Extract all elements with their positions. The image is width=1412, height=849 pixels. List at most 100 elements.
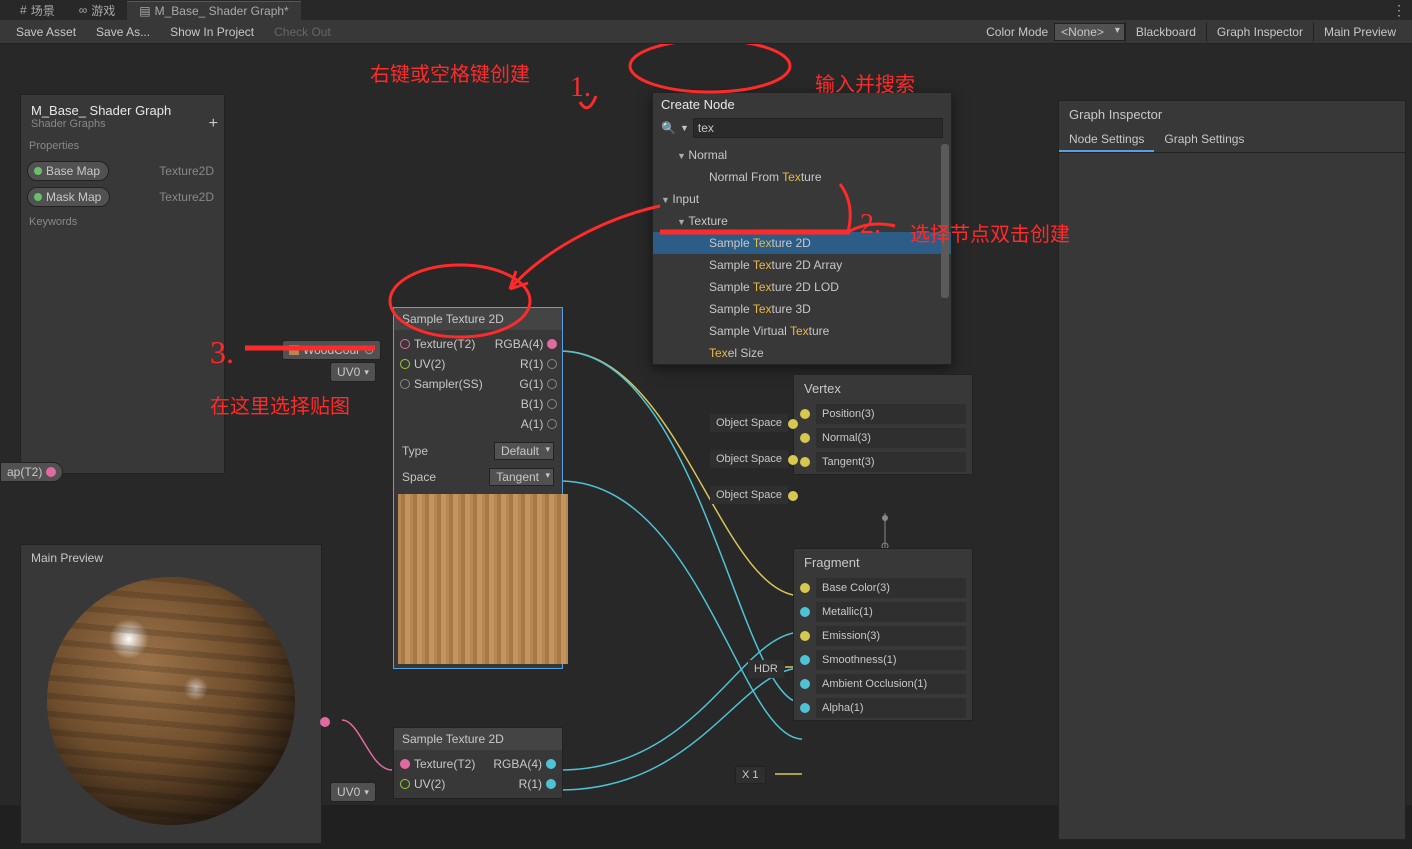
port-icon: [788, 491, 798, 501]
port-icon: [800, 607, 810, 617]
port-icon: [400, 339, 410, 349]
stack-row[interactable]: Emission(3): [794, 624, 972, 648]
graph-inspector-toggle[interactable]: Graph Inspector: [1206, 22, 1313, 42]
tab-scene[interactable]: #场景: [8, 0, 67, 21]
result-item[interactable]: Sample Texture 2D LOD: [653, 276, 951, 298]
stack-row[interactable]: Smoothness(1): [794, 648, 972, 672]
result-item[interactable]: Sample Texture 2D Array: [653, 254, 951, 276]
port-icon: [320, 717, 330, 727]
tab-graph-settings[interactable]: Graph Settings: [1154, 128, 1254, 152]
space-label: Space: [402, 470, 436, 484]
properties-header: Properties: [21, 134, 224, 158]
category-texture[interactable]: Texture: [653, 210, 951, 232]
graph-canvas[interactable]: M_Base_ Shader Graph Shader Graphs + Pro…: [0, 44, 1412, 805]
stack-row[interactable]: Position(3): [794, 402, 972, 426]
result-item[interactable]: Texel Size: [653, 342, 951, 364]
node-sample-texture-2d[interactable]: Sample Texture 2D Texture(T2) UV(2) RGBA…: [393, 727, 563, 799]
type-select[interactable]: Default: [494, 442, 554, 460]
blackboard-toggle[interactable]: Blackboard: [1125, 22, 1206, 42]
check-out-button: Check Out: [264, 22, 341, 42]
annotation-text: 右键或空格键创建: [370, 58, 530, 87]
port-icon: [800, 655, 810, 665]
tab-shadergraph[interactable]: ▤M_Base_ Shader Graph*: [127, 1, 300, 20]
blackboard-panel[interactable]: M_Base_ Shader Graph Shader Graphs + Pro…: [20, 94, 225, 474]
input-port-uv[interactable]: UV(2): [400, 354, 483, 374]
space-select[interactable]: Tangent: [489, 468, 554, 486]
input-port-sampler[interactable]: Sampler(SS): [400, 374, 483, 394]
port-icon: [788, 419, 798, 429]
node-title: Sample Texture 2D: [394, 308, 562, 330]
stack-title: Fragment: [794, 549, 972, 576]
property-pill[interactable]: Mask Map: [27, 187, 110, 207]
property-row[interactable]: Base Map Texture2D: [21, 158, 224, 184]
search-icon: 🔍: [661, 121, 676, 135]
stack-row[interactable]: Tangent(3): [794, 450, 972, 474]
output-port-b[interactable]: B(1): [495, 394, 558, 414]
save-asset-button[interactable]: Save Asset: [6, 22, 86, 42]
output-port-rgba[interactable]: RGBA(4): [493, 754, 556, 774]
category-input[interactable]: Input: [653, 188, 951, 210]
annotation-number: 1.: [570, 72, 591, 104]
graph-inspector-panel[interactable]: Graph Inspector Node Settings Graph Sett…: [1058, 100, 1406, 840]
alpha-value-field[interactable]: X 1: [735, 766, 766, 784]
stack-row[interactable]: Normal(3): [794, 426, 972, 450]
show-in-project-button[interactable]: Show In Project: [160, 22, 264, 42]
port-icon: [546, 759, 556, 769]
hdr-badge: HDR: [748, 660, 784, 678]
tab-overflow-icon[interactable]: ⋮: [1392, 2, 1406, 19]
save-as-button[interactable]: Save As...: [86, 22, 160, 42]
property-row[interactable]: Mask Map Texture2D: [21, 184, 224, 210]
output-port-g[interactable]: G(1): [495, 374, 558, 394]
fragment-stack[interactable]: Fragment Base Color(3) Metallic(1) Emiss…: [793, 548, 973, 721]
result-item[interactable]: Sample Virtual Texture: [653, 320, 951, 342]
output-port-a[interactable]: A(1): [495, 414, 558, 434]
category-normal[interactable]: Normal: [653, 144, 951, 166]
space-badge: Object Space: [710, 414, 788, 432]
tab-node-settings[interactable]: Node Settings: [1059, 128, 1154, 152]
uv-channel-pill[interactable]: UV0▾: [330, 782, 376, 802]
port-icon: [400, 779, 410, 789]
output-port-r[interactable]: R(1): [495, 354, 558, 374]
chevron-down-icon[interactable]: ▼: [680, 123, 689, 133]
inspector-title: Graph Inspector: [1059, 101, 1405, 128]
uv-channel-pill[interactable]: UV0▾: [330, 362, 376, 382]
color-mode-select[interactable]: <None>: [1054, 23, 1125, 41]
result-item[interactable]: Sample Texture 3D: [653, 298, 951, 320]
scrollbar[interactable]: [941, 144, 949, 364]
property-node-clipped[interactable]: ap(T2): [0, 462, 63, 482]
popup-title: Create Node: [653, 93, 951, 116]
texture-preview: [398, 494, 568, 664]
input-port-texture[interactable]: Texture(T2): [400, 334, 483, 354]
vertex-stack[interactable]: Vertex Position(3) Normal(3) Tangent(3): [793, 374, 973, 475]
output-port-rgba[interactable]: RGBA(4): [495, 334, 558, 354]
input-port-uv[interactable]: UV(2): [400, 774, 481, 794]
property-pill[interactable]: Base Map: [27, 161, 109, 181]
texture-asset-pill[interactable]: WoodCour ⊙: [282, 340, 381, 360]
main-preview-panel[interactable]: Main Preview: [20, 544, 322, 844]
create-node-popup[interactable]: Create Node 🔍 ▼ Normal Normal From Textu…: [652, 92, 952, 365]
tab-game[interactable]: ∞游戏: [67, 0, 128, 21]
port-icon: [400, 379, 410, 389]
annotation-text: 在这里选择贴图: [210, 390, 350, 419]
chevron-down-icon: ▾: [364, 367, 369, 378]
stack-row[interactable]: Ambient Occlusion(1): [794, 672, 972, 696]
object-picker-icon[interactable]: ⊙: [364, 343, 374, 357]
stack-row[interactable]: Metallic(1): [794, 600, 972, 624]
port-stub[interactable]: [320, 716, 330, 730]
port-icon: [546, 779, 556, 789]
main-preview-toggle[interactable]: Main Preview: [1313, 22, 1406, 42]
input-port-texture[interactable]: Texture(T2): [400, 754, 481, 774]
scrollbar-thumb[interactable]: [941, 144, 949, 298]
stack-row[interactable]: Base Color(3): [794, 576, 972, 600]
port-icon: [547, 379, 557, 389]
output-port-r[interactable]: R(1): [493, 774, 556, 794]
result-item[interactable]: Normal From Texture: [653, 166, 951, 188]
space-badge: Object Space: [710, 450, 788, 468]
type-dot-icon: [34, 167, 42, 175]
node-sample-texture-2d[interactable]: Sample Texture 2D Texture(T2) UV(2) Samp…: [393, 307, 563, 669]
search-input[interactable]: [693, 118, 943, 138]
stack-row[interactable]: Alpha(1): [794, 696, 972, 720]
result-item-selected[interactable]: Sample Texture 2D: [653, 232, 951, 254]
blackboard-add-button[interactable]: +: [209, 115, 218, 133]
port-icon: [547, 359, 557, 369]
